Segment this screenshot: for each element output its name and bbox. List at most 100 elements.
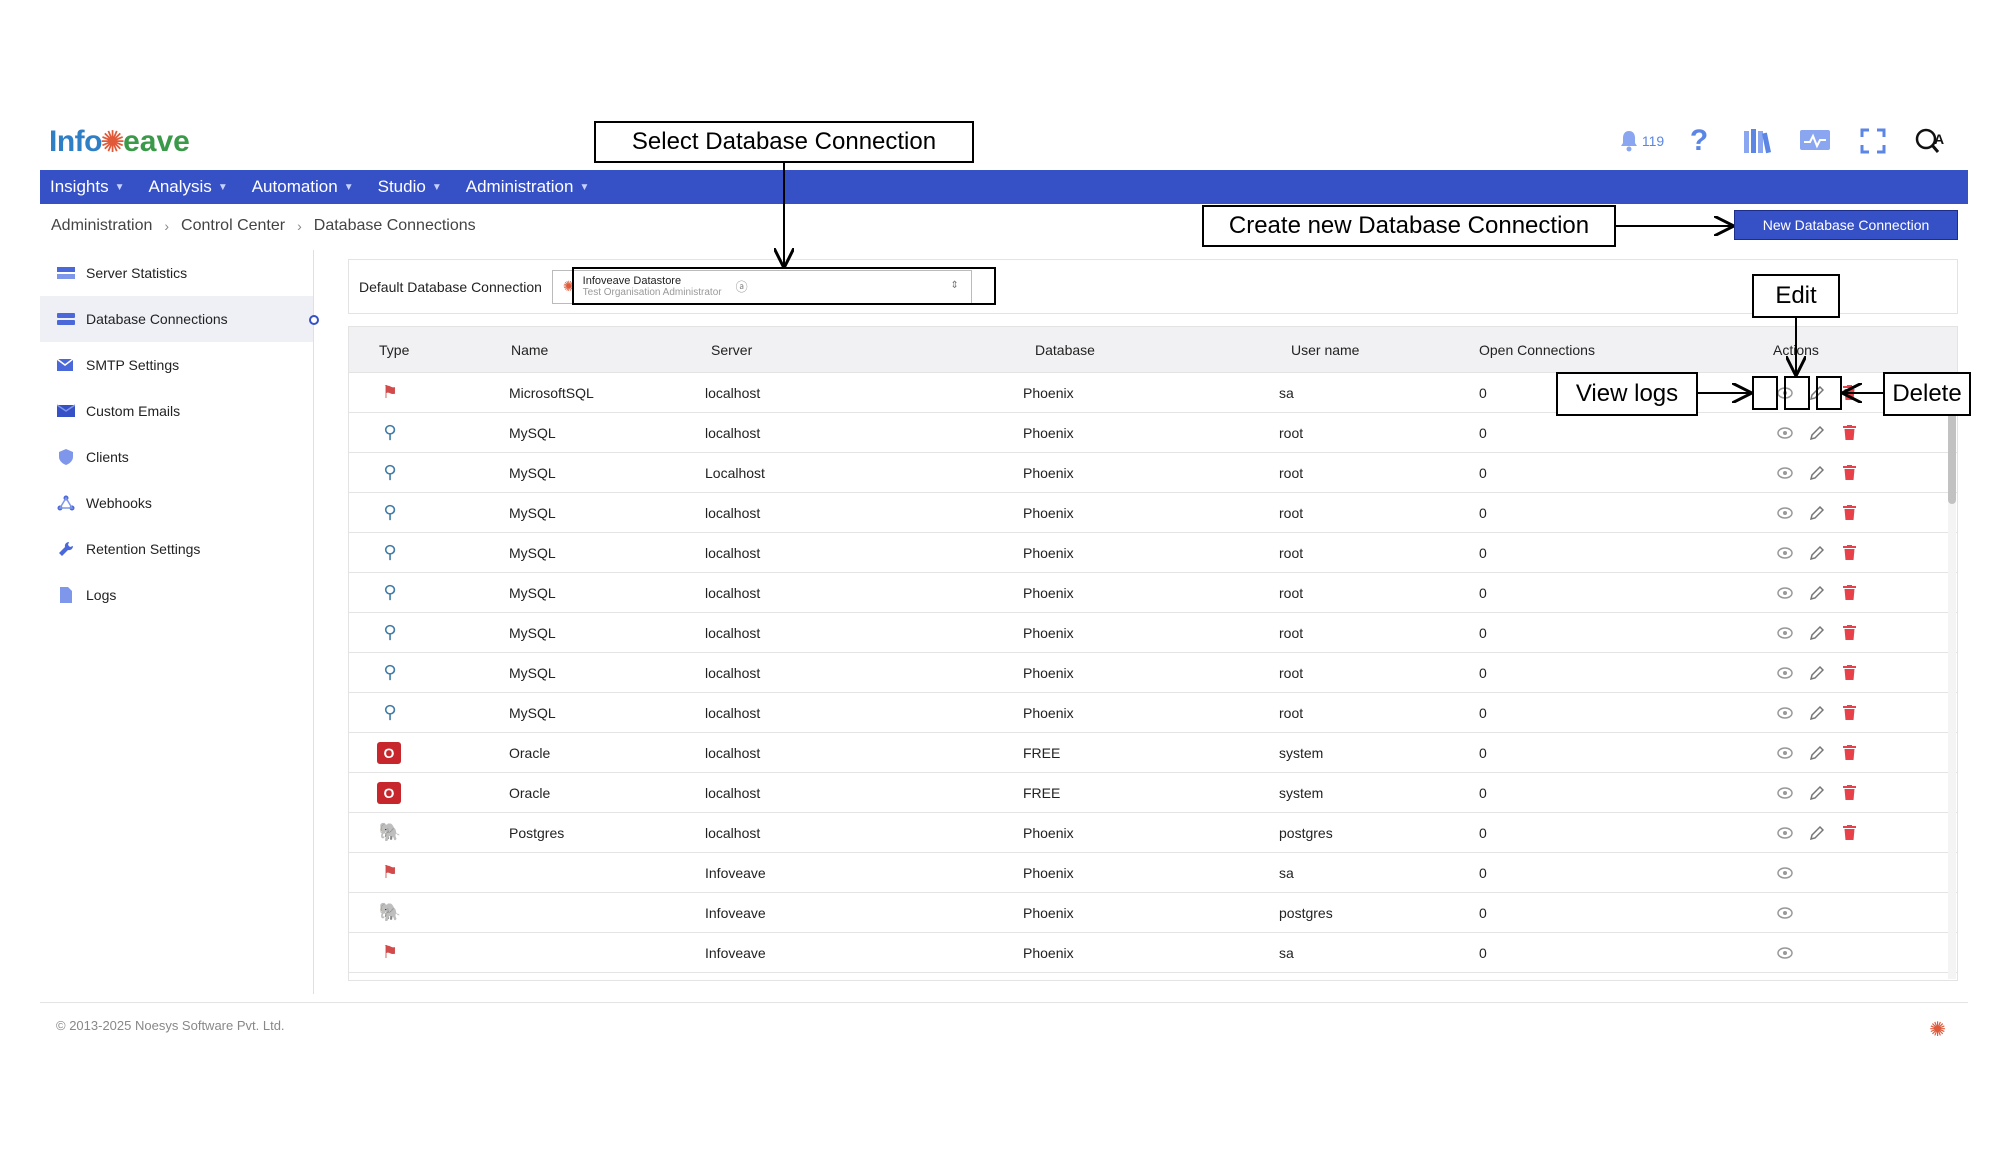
sidebar-item-server-statistics[interactable]: Server Statistics xyxy=(40,250,313,296)
cell-user-name: root xyxy=(1279,424,1304,441)
delete-trash-icon[interactable] xyxy=(1841,425,1857,441)
table-row: ⚲ MySQL Localhost Phoenix root 0 xyxy=(349,453,1957,493)
qa-button[interactable]: A xyxy=(1902,124,1960,158)
edit-pencil-icon[interactable] xyxy=(1809,705,1825,721)
view-logs-icon[interactable] xyxy=(1777,745,1793,761)
sidebar-item-smtp-settings[interactable]: SMTP Settings xyxy=(40,342,313,388)
view-logs-icon[interactable] xyxy=(1777,785,1793,801)
cell-name: MySQL xyxy=(509,544,556,561)
active-indicator xyxy=(309,315,319,325)
edit-pencil-icon[interactable] xyxy=(1809,625,1825,641)
cell-type: ⚑ xyxy=(349,940,509,966)
delete-trash-icon[interactable] xyxy=(1841,505,1857,521)
sidebar-item-label: SMTP Settings xyxy=(86,357,180,373)
sidebar-item-label: Clients xyxy=(86,449,129,465)
sidebar-item-webhooks[interactable]: Webhooks xyxy=(40,480,313,526)
table-row: 🐘 Infoveave Phoenix postgres 0 xyxy=(349,893,1957,933)
view-logs-icon[interactable] xyxy=(1777,945,1793,961)
delete-trash-icon[interactable] xyxy=(1841,825,1857,841)
view-logs-icon[interactable] xyxy=(1777,665,1793,681)
delete-trash-icon[interactable] xyxy=(1841,745,1857,761)
view-logs-icon[interactable] xyxy=(1777,505,1793,521)
cell-user-name: sa xyxy=(1279,944,1294,961)
cell-actions xyxy=(1731,625,1931,641)
cell-user-name: root xyxy=(1279,464,1304,481)
delete-trash-icon[interactable] xyxy=(1841,385,1857,401)
cell-open-connections: 0 xyxy=(1479,464,1487,481)
nav-analysis[interactable]: Analysis ▼ xyxy=(149,177,228,197)
edit-pencil-icon[interactable] xyxy=(1809,785,1825,801)
library-button[interactable] xyxy=(1728,124,1786,158)
view-logs-icon[interactable] xyxy=(1777,825,1793,841)
delete-trash-icon[interactable] xyxy=(1841,545,1857,561)
nav-studio[interactable]: Studio ▼ xyxy=(378,177,442,197)
view-logs-icon[interactable] xyxy=(1777,465,1793,481)
edit-pencil-icon[interactable] xyxy=(1809,585,1825,601)
edit-pencil-icon[interactable] xyxy=(1809,425,1825,441)
view-logs-icon[interactable] xyxy=(1777,545,1793,561)
sidebar-item-logs[interactable]: Logs xyxy=(40,572,313,618)
view-logs-icon[interactable] xyxy=(1777,865,1793,881)
cell-user-name: system xyxy=(1279,744,1324,761)
edit-pencil-icon[interactable] xyxy=(1809,465,1825,481)
header-toolbar: 119 ? A xyxy=(1612,124,1960,158)
nav-automation[interactable]: Automation ▼ xyxy=(252,177,354,197)
view-logs-icon[interactable] xyxy=(1777,585,1793,601)
view-logs-icon[interactable] xyxy=(1777,905,1793,921)
nav-insights[interactable]: Insights ▼ xyxy=(50,177,125,197)
delete-trash-icon[interactable] xyxy=(1841,705,1857,721)
logo-text-part1: Info xyxy=(49,125,102,158)
app-logo[interactable]: Info ✺ eave xyxy=(49,122,190,162)
cell-server: localhost xyxy=(705,624,761,641)
delete-trash-icon[interactable] xyxy=(1841,625,1857,641)
cell-user-name: sa xyxy=(1279,384,1294,401)
fullscreen-button[interactable] xyxy=(1844,124,1902,158)
notification-count: 119 xyxy=(1641,133,1665,149)
oracle-icon: O xyxy=(377,781,401,804)
table-scrollbar[interactable] xyxy=(1948,374,1956,979)
edit-pencil-icon[interactable] xyxy=(1809,825,1825,841)
cell-actions xyxy=(1731,585,1931,601)
sidebar-item-database-connections[interactable]: Database Connections xyxy=(40,296,319,342)
edit-pencil-icon[interactable] xyxy=(1809,665,1825,681)
table-row: ⚲ MySQL localhost Phoenix root 0 xyxy=(349,413,1957,453)
cell-server: localhost xyxy=(705,584,761,601)
shield-icon xyxy=(56,449,76,465)
sidebar: Server Statistics Database Connections S… xyxy=(40,250,319,994)
breadcrumb-database-connections: Database Connections xyxy=(313,217,476,234)
new-database-connection-button[interactable]: New Database Connection xyxy=(1734,210,1958,240)
edit-pencil-icon[interactable] xyxy=(1809,545,1825,561)
view-logs-icon[interactable] xyxy=(1777,425,1793,441)
help-button[interactable]: ? xyxy=(1670,124,1728,158)
sidebar-item-clients[interactable]: Clients xyxy=(40,434,313,480)
breadcrumb-control-center[interactable]: Control Center xyxy=(181,217,285,235)
monitor-button[interactable] xyxy=(1786,124,1844,158)
nav-label: Studio xyxy=(377,177,426,196)
breadcrumb-administration[interactable]: Administration xyxy=(51,217,152,235)
notifications-button[interactable]: 119 xyxy=(1612,124,1670,158)
delete-trash-icon[interactable] xyxy=(1841,465,1857,481)
cell-actions xyxy=(1731,545,1931,561)
sidebar-item-retention-settings[interactable]: Retention Settings xyxy=(40,526,313,572)
sidebar-item-label: Webhooks xyxy=(86,495,152,511)
cell-server: localhost xyxy=(705,504,761,521)
cell-server: localhost xyxy=(705,544,761,561)
cell-server: localhost xyxy=(705,744,761,761)
view-logs-icon[interactable] xyxy=(1777,625,1793,641)
view-logs-icon[interactable] xyxy=(1777,705,1793,721)
cell-user-name: postgres xyxy=(1279,904,1333,921)
delete-trash-icon[interactable] xyxy=(1841,585,1857,601)
cell-user-name: root xyxy=(1279,504,1304,521)
cell-type: ⚲ xyxy=(349,580,509,606)
cell-open-connections: 0 xyxy=(1479,784,1487,801)
header-type: Type xyxy=(379,341,410,358)
sidebar-item-custom-emails[interactable]: Custom Emails xyxy=(40,388,313,434)
cell-database: Phoenix xyxy=(1023,904,1074,921)
edit-pencil-icon[interactable] xyxy=(1809,505,1825,521)
delete-trash-icon[interactable] xyxy=(1841,665,1857,681)
cell-server: Infoveave xyxy=(705,944,766,961)
chevron-right-icon: › xyxy=(297,218,302,234)
delete-trash-icon[interactable] xyxy=(1841,785,1857,801)
edit-pencil-icon[interactable] xyxy=(1809,745,1825,761)
nav-administration[interactable]: Administration ▼ xyxy=(466,177,590,197)
